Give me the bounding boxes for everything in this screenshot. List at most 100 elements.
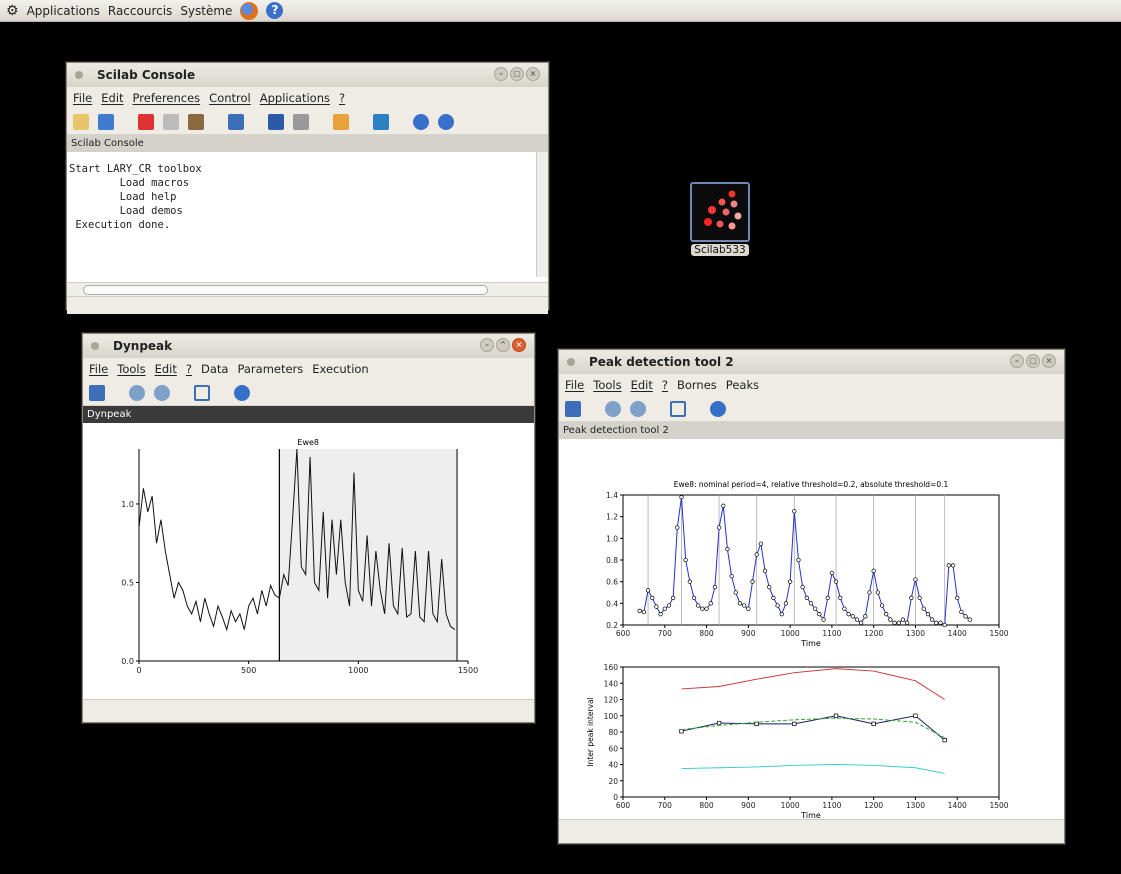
x-tick-label: 700 xyxy=(658,801,673,810)
data-point xyxy=(871,721,876,727)
font-icon[interactable] xyxy=(268,113,284,130)
print-icon[interactable] xyxy=(293,113,309,130)
data-point xyxy=(775,603,780,608)
maximize-button[interactable]: ^ xyxy=(496,338,510,352)
zoom-in-icon[interactable] xyxy=(605,400,621,417)
menu-edit[interactable]: Edit xyxy=(155,362,177,376)
data-point xyxy=(909,595,914,601)
data-point xyxy=(762,568,768,573)
menu-applications[interactable]: Applications xyxy=(27,4,100,18)
menu-edit[interactable]: Edit xyxy=(631,378,653,392)
console-output[interactable]: Start LARY_CR toolbox Load macros Load h… xyxy=(67,152,548,282)
help-icon[interactable] xyxy=(234,384,250,401)
data-point xyxy=(884,612,889,617)
data-point xyxy=(913,713,918,718)
minimize-button[interactable]: – xyxy=(1010,354,1024,368)
zoom-out-icon[interactable] xyxy=(630,400,646,417)
data-point xyxy=(700,606,705,611)
menu-help[interactable]: ? xyxy=(339,91,345,105)
window-menu-icon[interactable] xyxy=(567,358,575,366)
menu-tools[interactable]: Tools xyxy=(117,362,145,376)
clear-console-icon[interactable] xyxy=(333,113,349,130)
variable-browser-icon[interactable] xyxy=(373,113,389,130)
zoom-out-icon[interactable] xyxy=(154,384,170,401)
dynpeak-window: Dynpeak – ^ × File Tools Edit ? Data Par… xyxy=(82,333,535,723)
peak-plots[interactable]: Ewe8: nominal period=4, relative thresho… xyxy=(559,439,1064,820)
data-point xyxy=(955,595,960,601)
ubuntu-logo-icon[interactable]: ⚙ xyxy=(6,3,19,19)
rotate-icon[interactable] xyxy=(565,400,581,417)
x-tick-label: 1100 xyxy=(822,629,841,638)
window-menu-icon[interactable] xyxy=(91,342,99,350)
data-point xyxy=(696,603,701,608)
x-tick-label: 1100 xyxy=(822,801,841,810)
data-point xyxy=(687,579,692,584)
y-tick-label: 0.2 xyxy=(606,621,618,630)
menu-raccourcis[interactable]: Raccourcis xyxy=(108,4,172,18)
window-titlebar[interactable]: Dynpeak – ^ × xyxy=(83,334,534,358)
close-button[interactable]: × xyxy=(512,338,526,352)
data-point xyxy=(650,595,655,601)
x-tick-label: 900 xyxy=(741,801,756,810)
menu-systeme[interactable]: Système xyxy=(180,4,232,18)
menu-file[interactable]: File xyxy=(565,378,584,392)
zoom-in-icon[interactable] xyxy=(129,384,145,401)
dynpeak-chart: Ewe8 0 500 1000 1500 0.0 0.5 1.0 xyxy=(121,438,478,675)
menu-applications[interactable]: Applications xyxy=(260,91,330,105)
windows-icon[interactable] xyxy=(670,400,686,417)
minimize-button[interactable]: – xyxy=(480,338,494,352)
data-point xyxy=(645,588,651,593)
menu-help[interactable]: ? xyxy=(186,362,192,376)
new-script-icon[interactable] xyxy=(73,113,89,130)
horizontal-scrollbar[interactable] xyxy=(67,282,548,296)
scilab-console-window: Scilab Console – ▢ × File Edit Preferenc… xyxy=(66,62,549,314)
menu-help[interactable]: ? xyxy=(662,378,668,392)
data-point xyxy=(641,609,647,615)
dynpeak-plot[interactable]: Ewe8 0 500 1000 1500 0.0 0.5 1.0 xyxy=(83,423,534,699)
menu-peaks[interactable]: Peaks xyxy=(726,378,759,392)
menu-data[interactable]: Data xyxy=(201,362,228,376)
console-line: Execution done. xyxy=(69,219,171,231)
desktop-icon-scilab[interactable]: Scilab533 xyxy=(690,182,750,256)
window-titlebar[interactable]: Scilab Console – ▢ × xyxy=(67,63,548,87)
minimize-button[interactable]: – xyxy=(494,67,508,81)
help-browser-icon[interactable] xyxy=(438,113,454,130)
open-file-icon[interactable] xyxy=(98,113,114,130)
firefox-icon[interactable] xyxy=(240,1,259,20)
vertical-scrollbar[interactable] xyxy=(536,152,548,277)
copy-icon[interactable] xyxy=(163,113,179,130)
demos-icon[interactable] xyxy=(413,113,429,130)
menu-edit[interactable]: Edit xyxy=(101,91,123,105)
scrollbar-thumb[interactable] xyxy=(83,285,488,295)
data-point xyxy=(913,577,918,582)
maximize-button[interactable]: ▢ xyxy=(510,67,524,81)
menu-tools[interactable]: Tools xyxy=(593,378,621,392)
data-point xyxy=(838,595,843,601)
window-menu-icon[interactable] xyxy=(75,71,83,79)
menu-parameters[interactable]: Parameters xyxy=(237,362,303,376)
data-point xyxy=(813,606,818,611)
menu-preferences[interactable]: Preferences xyxy=(133,91,201,105)
toolbar xyxy=(83,380,534,406)
menu-file[interactable]: File xyxy=(73,91,92,105)
help-icon[interactable]: ? xyxy=(266,2,284,19)
menu-file[interactable]: File xyxy=(89,362,108,376)
menu-control[interactable]: Control xyxy=(209,91,251,105)
window-titlebar[interactable]: Peak detection tool 2 – ▢ × xyxy=(559,350,1064,374)
close-button[interactable]: × xyxy=(526,67,540,81)
change-directory-icon[interactable] xyxy=(228,113,244,130)
menu-bornes[interactable]: Bornes xyxy=(677,378,717,392)
paste-icon[interactable] xyxy=(188,113,204,130)
rotate-icon[interactable] xyxy=(89,384,105,401)
console-line: Load help xyxy=(69,191,177,203)
windows-icon[interactable] xyxy=(194,384,210,401)
y-tick-label: 80 xyxy=(608,728,618,737)
y-tick-label: 20 xyxy=(608,777,618,786)
data-point xyxy=(729,574,734,579)
close-button[interactable]: × xyxy=(1042,354,1056,368)
data-point xyxy=(879,603,885,608)
help-icon[interactable] xyxy=(710,400,726,417)
menu-execution[interactable]: Execution xyxy=(312,362,368,376)
maximize-button[interactable]: ▢ xyxy=(1026,354,1040,368)
cut-icon[interactable] xyxy=(138,113,154,130)
